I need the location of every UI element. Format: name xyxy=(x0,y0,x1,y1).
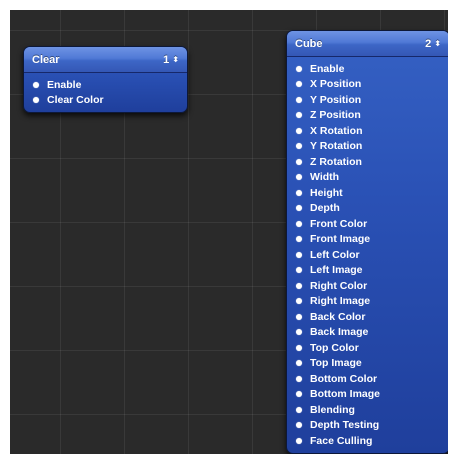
port-label: Depth xyxy=(310,202,340,215)
port-connector-icon[interactable] xyxy=(296,375,302,382)
patch-header[interactable]: Clear 1 ⬍ xyxy=(24,47,187,73)
input-port[interactable]: Bottom Image xyxy=(287,387,448,403)
port-label: Z Position xyxy=(310,109,361,122)
patch-title: Clear xyxy=(32,54,60,66)
input-port[interactable]: Blending xyxy=(287,402,448,418)
input-port[interactable]: Back Color xyxy=(287,309,448,325)
port-connector-icon[interactable] xyxy=(296,313,302,320)
port-label: Width xyxy=(310,171,340,184)
input-port[interactable]: Face Culling xyxy=(287,433,448,449)
input-port[interactable]: Depth Testing xyxy=(287,418,448,434)
input-port[interactable]: Left Image xyxy=(287,263,448,279)
port-label: Top Color xyxy=(310,341,359,354)
input-port[interactable]: Right Color xyxy=(287,278,448,294)
input-port[interactable]: X Rotation xyxy=(287,123,448,139)
input-port[interactable]: Y Position xyxy=(287,92,448,108)
port-connector-icon[interactable] xyxy=(296,158,302,165)
input-port[interactable]: Back Image xyxy=(287,325,448,341)
port-connector-icon[interactable] xyxy=(296,267,302,274)
port-connector-icon[interactable] xyxy=(296,344,302,351)
input-port[interactable]: Z Position xyxy=(287,108,448,124)
input-port[interactable]: Bottom Color xyxy=(287,371,448,387)
port-label: Left Image xyxy=(310,264,363,277)
port-label: Bottom Color xyxy=(310,372,378,385)
port-label: Clear Color xyxy=(47,94,104,107)
port-connector-icon[interactable] xyxy=(296,127,302,134)
stepper-icon[interactable]: ⬍ xyxy=(434,39,441,48)
input-port[interactable]: Clear Color xyxy=(24,93,187,109)
port-label: X Position xyxy=(310,78,362,91)
port-connector-icon[interactable] xyxy=(33,81,39,88)
port-connector-icon[interactable] xyxy=(296,298,302,305)
port-label: Y Position xyxy=(310,93,362,106)
port-label: Back Color xyxy=(310,310,366,323)
patch-index-stepper[interactable]: 1 ⬍ xyxy=(163,47,179,73)
port-label: X Rotation xyxy=(310,124,363,137)
port-connector-icon[interactable] xyxy=(296,251,302,258)
port-connector-icon[interactable] xyxy=(296,329,302,336)
patch-index: 2 xyxy=(425,38,432,50)
port-connector-icon[interactable] xyxy=(296,437,302,444)
port-label: Back Image xyxy=(310,326,369,339)
port-label: Right Color xyxy=(310,279,368,292)
input-ports: Enable X Position Y Position Z Position X Ro… xyxy=(287,57,448,453)
input-port[interactable]: X Position xyxy=(287,77,448,93)
input-port[interactable]: Enable xyxy=(287,61,448,77)
port-connector-icon[interactable] xyxy=(296,189,302,196)
input-port[interactable]: Depth xyxy=(287,201,448,217)
input-port[interactable]: Front Image xyxy=(287,232,448,248)
port-connector-icon[interactable] xyxy=(33,97,39,104)
input-port[interactable]: Top Color xyxy=(287,340,448,356)
port-connector-icon[interactable] xyxy=(296,406,302,413)
port-label: Front Image xyxy=(310,233,371,246)
input-port[interactable]: Left Color xyxy=(287,247,448,263)
port-connector-icon[interactable] xyxy=(296,81,302,88)
patch-index-stepper[interactable]: 2 ⬍ xyxy=(425,31,441,57)
port-connector-icon[interactable] xyxy=(296,391,302,398)
port-label: Enable xyxy=(310,62,345,75)
port-label: Height xyxy=(310,186,343,199)
port-label: Top Image xyxy=(310,357,362,370)
input-port[interactable]: Width xyxy=(287,170,448,186)
input-port[interactable]: Enable xyxy=(24,77,187,93)
input-ports: Enable Clear Color xyxy=(24,73,187,112)
patch-index: 1 xyxy=(163,54,170,66)
port-label: Front Color xyxy=(310,217,368,230)
port-connector-icon[interactable] xyxy=(296,422,302,429)
port-label: Right Image xyxy=(310,295,371,308)
patch-header[interactable]: Cube 2 ⬍ xyxy=(287,31,448,57)
port-connector-icon[interactable] xyxy=(296,143,302,150)
port-connector-icon[interactable] xyxy=(296,112,302,119)
patch-cube[interactable]: Cube 2 ⬍ Enable X Position Y Position Z Posi… xyxy=(286,30,448,454)
port-label: Y Rotation xyxy=(310,140,363,153)
port-connector-icon[interactable] xyxy=(296,220,302,227)
port-label: Enable xyxy=(47,78,82,91)
port-label: Face Culling xyxy=(310,434,373,447)
input-port[interactable]: Front Color xyxy=(287,216,448,232)
input-port[interactable]: Y Rotation xyxy=(287,139,448,155)
input-port[interactable]: Right Image xyxy=(287,294,448,310)
port-label: Left Color xyxy=(310,248,360,261)
input-port[interactable]: Z Rotation xyxy=(287,154,448,170)
port-connector-icon[interactable] xyxy=(296,282,302,289)
port-label: Bottom Image xyxy=(310,388,381,401)
port-label: Z Rotation xyxy=(310,155,362,168)
port-connector-icon[interactable] xyxy=(296,205,302,212)
port-connector-icon[interactable] xyxy=(296,65,302,72)
input-port[interactable]: Height xyxy=(287,185,448,201)
input-port[interactable]: Top Image xyxy=(287,356,448,372)
port-connector-icon[interactable] xyxy=(296,96,302,103)
port-connector-icon[interactable] xyxy=(296,236,302,243)
port-label: Depth Testing xyxy=(310,419,380,432)
patch-clear[interactable]: Clear 1 ⬍ Enable Clear Color xyxy=(23,46,188,113)
port-connector-icon[interactable] xyxy=(296,360,302,367)
port-label: Blending xyxy=(310,403,355,416)
patch-title: Cube xyxy=(295,38,323,50)
editor-canvas[interactable]: Clear 1 ⬍ Enable Clear Color Cube 2 ⬍ Enabl… xyxy=(10,10,448,454)
stepper-icon[interactable]: ⬍ xyxy=(172,55,179,64)
port-connector-icon[interactable] xyxy=(296,174,302,181)
